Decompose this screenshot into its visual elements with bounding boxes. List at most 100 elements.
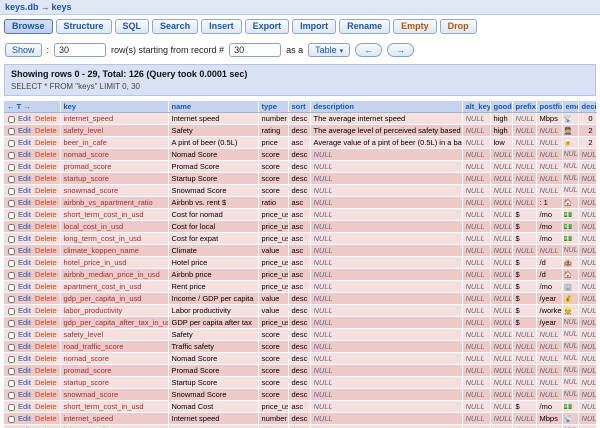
edit-link[interactable]: Edit (18, 258, 31, 267)
row-checkbox[interactable] (8, 404, 15, 411)
edit-link[interactable]: Edit (18, 366, 31, 375)
edit-link[interactable]: Edit (18, 270, 31, 279)
edit-link[interactable]: Edit (18, 114, 31, 123)
delete-link[interactable]: Delete (35, 366, 57, 375)
delete-link[interactable]: Delete (35, 342, 57, 351)
edit-link[interactable]: Edit (18, 174, 31, 183)
column-header-good[interactable]: good (490, 101, 512, 113)
row-checkbox[interactable] (8, 188, 15, 195)
start-record-input[interactable] (229, 43, 281, 57)
delete-link[interactable]: Delete (35, 318, 57, 327)
delete-link[interactable]: Delete (35, 258, 57, 267)
delete-link[interactable]: Delete (35, 390, 57, 399)
edit-link[interactable]: Edit (18, 186, 31, 195)
tab-rename[interactable]: Rename (339, 19, 390, 34)
next-page-button[interactable]: → (387, 43, 414, 57)
row-checkbox[interactable] (8, 224, 15, 231)
edit-link[interactable]: Edit (18, 330, 31, 339)
delete-link[interactable]: Delete (35, 270, 57, 279)
row-checkbox[interactable] (8, 308, 15, 315)
row-checkbox[interactable] (8, 164, 15, 171)
delete-link[interactable]: Delete (35, 222, 57, 231)
row-checkbox[interactable] (8, 128, 15, 135)
edit-link[interactable]: Edit (18, 390, 31, 399)
row-checkbox[interactable] (8, 296, 15, 303)
tab-search[interactable]: Search (152, 19, 198, 34)
edit-link[interactable]: Edit (18, 318, 31, 327)
delete-link[interactable]: Delete (35, 378, 57, 387)
edit-link[interactable]: Edit (18, 354, 31, 363)
delete-link[interactable]: Delete (35, 282, 57, 291)
row-checkbox[interactable] (8, 416, 15, 423)
delete-link[interactable]: Delete (35, 246, 57, 255)
breadcrumb-db-link[interactable]: keys.db (5, 2, 39, 12)
row-checkbox[interactable] (8, 260, 15, 267)
column-header-key[interactable]: key (60, 101, 168, 113)
tab-drop[interactable]: Drop (440, 19, 477, 34)
edit-link[interactable]: Edit (18, 246, 31, 255)
delete-link[interactable]: Delete (35, 234, 57, 243)
delete-link[interactable]: Delete (35, 210, 57, 219)
edit-link[interactable]: Edit (18, 222, 31, 231)
edit-link[interactable]: Edit (18, 414, 31, 423)
edit-link[interactable]: Edit (18, 282, 31, 291)
column-header-name[interactable]: name (168, 101, 258, 113)
row-checkbox[interactable] (8, 368, 15, 375)
row-checkbox[interactable] (8, 392, 15, 399)
delete-link[interactable]: Delete (35, 150, 57, 159)
row-checkbox[interactable] (8, 212, 15, 219)
delete-link[interactable]: Delete (35, 138, 57, 147)
edit-link[interactable]: Edit (18, 162, 31, 171)
edit-link[interactable]: Edit (18, 234, 31, 243)
row-checkbox[interactable] (8, 200, 15, 207)
column-header-type[interactable]: type (258, 101, 288, 113)
delete-link[interactable]: Delete (35, 126, 57, 135)
tab-structure[interactable]: Structure (56, 19, 112, 34)
breadcrumb-table-link[interactable]: keys (52, 2, 72, 12)
row-checkbox[interactable] (8, 356, 15, 363)
delete-link[interactable]: Delete (35, 354, 57, 363)
column-header-postfix[interactable]: postfix (536, 101, 562, 113)
column-header-prefix[interactable]: prefix (512, 101, 536, 113)
delete-link[interactable]: Delete (35, 174, 57, 183)
row-checkbox[interactable] (8, 272, 15, 279)
delete-link[interactable]: Delete (35, 330, 57, 339)
row-checkbox[interactable] (8, 236, 15, 243)
row-checkbox[interactable] (8, 380, 15, 387)
row-checkbox[interactable] (8, 152, 15, 159)
row-checkbox[interactable] (8, 284, 15, 291)
delete-link[interactable]: Delete (35, 414, 57, 423)
show-button[interactable]: Show (5, 43, 42, 57)
row-checkbox[interactable] (8, 332, 15, 339)
row-checkbox[interactable] (8, 344, 15, 351)
column-header-emoji[interactable]: emoji (562, 101, 578, 113)
column-header-sort[interactable]: sort (288, 101, 310, 113)
column-header-alt_key[interactable]: alt_key (462, 101, 490, 113)
delete-link[interactable]: Delete (35, 162, 57, 171)
tab-import[interactable]: Import (292, 19, 336, 34)
delete-link[interactable]: Delete (35, 186, 57, 195)
delete-link[interactable]: Delete (35, 402, 57, 411)
row-checkbox[interactable] (8, 140, 15, 147)
tab-insert[interactable]: Insert (201, 19, 242, 34)
tab-export[interactable]: Export (245, 19, 290, 34)
edit-link[interactable]: Edit (18, 138, 31, 147)
delete-link[interactable]: Delete (35, 294, 57, 303)
edit-link[interactable]: Edit (18, 198, 31, 207)
edit-link[interactable]: Edit (18, 306, 31, 315)
edit-link[interactable]: Edit (18, 126, 31, 135)
column-header-decimals[interactable]: decimals (578, 101, 596, 113)
delete-link[interactable]: Delete (35, 114, 57, 123)
rows-count-input[interactable] (54, 43, 106, 57)
edit-link[interactable]: Edit (18, 210, 31, 219)
edit-link[interactable]: Edit (18, 150, 31, 159)
column-header-description[interactable]: description (310, 101, 462, 113)
row-checkbox[interactable] (8, 176, 15, 183)
tab-browse[interactable]: Browse (4, 19, 53, 34)
edit-link[interactable]: Edit (18, 402, 31, 411)
edit-link[interactable]: Edit (18, 294, 31, 303)
delete-link[interactable]: Delete (35, 198, 57, 207)
row-checkbox[interactable] (8, 116, 15, 123)
edit-link[interactable]: Edit (18, 378, 31, 387)
edit-link[interactable]: Edit (18, 342, 31, 351)
